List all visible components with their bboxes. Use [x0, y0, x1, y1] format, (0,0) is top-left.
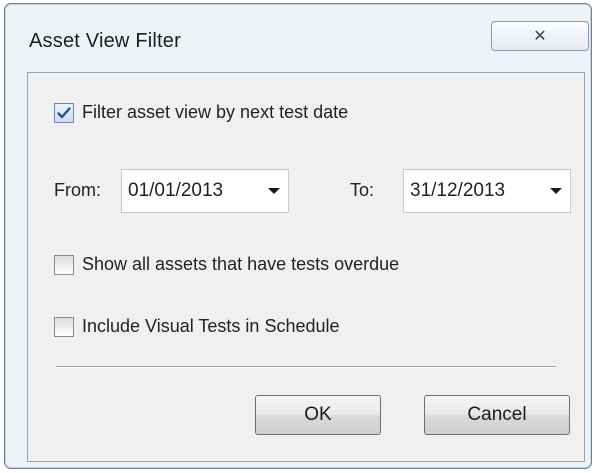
to-date-value: 31/12/2013 [410, 180, 506, 201]
cancel-button[interactable]: Cancel [424, 395, 570, 435]
to-label: To: [350, 180, 375, 200]
checkmark-icon [57, 106, 71, 118]
show-overdue-option[interactable]: Show all assets that have tests overdue [54, 254, 399, 275]
filter-by-date-option[interactable]: Filter asset view by next test date [54, 102, 348, 123]
include-visual-tests-checkbox[interactable] [54, 316, 74, 337]
show-overdue-checkbox[interactable] [54, 254, 74, 275]
filter-by-date-checkbox[interactable] [54, 102, 74, 123]
ok-button[interactable]: OK [255, 395, 381, 435]
chevron-down-icon[interactable] [550, 188, 562, 194]
from-date-value: 01/01/2013 [128, 180, 224, 201]
dialog-body: Filter asset view by next test date From… [27, 72, 585, 462]
include-visual-tests-label: Include Visual Tests in Schedule [82, 316, 340, 336]
chevron-down-icon[interactable] [268, 188, 280, 194]
separator [56, 366, 556, 368]
close-icon: ✕ [533, 28, 547, 45]
from-label: From: [54, 180, 101, 200]
from-date-picker[interactable]: 01/01/2013 [121, 169, 289, 213]
close-button[interactable]: ✕ [491, 21, 589, 51]
dialog-title: Asset View Filter [29, 30, 181, 52]
show-overdue-label: Show all assets that have tests overdue [82, 254, 400, 274]
to-date-picker[interactable]: 31/12/2013 [403, 169, 571, 213]
dialog-window: Asset View Filter ✕ Filter asset view by… [4, 3, 592, 469]
filter-by-date-label: Filter asset view by next test date [82, 102, 349, 122]
include-visual-tests-option[interactable]: Include Visual Tests in Schedule [54, 316, 340, 337]
